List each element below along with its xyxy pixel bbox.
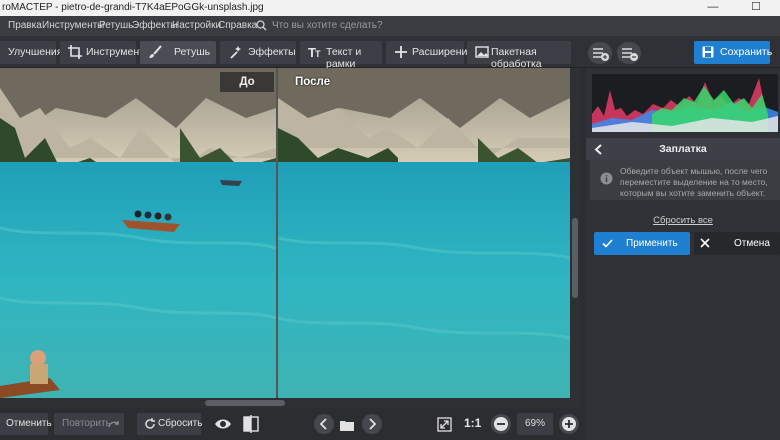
actual-size-button[interactable]: 1:1	[464, 416, 481, 430]
hint-text: Обведите объект мышью, после чего переме…	[620, 166, 768, 198]
plus-circle-icon	[562, 417, 576, 431]
redo-button[interactable]: Повторить	[54, 413, 124, 435]
reset-button-label: Сбросить	[158, 418, 203, 429]
next-image-button[interactable]	[362, 414, 382, 434]
tab-retouch[interactable]: Ретушь	[140, 41, 216, 64]
eye-icon[interactable]	[214, 417, 232, 434]
minimize-button[interactable]: —	[700, 0, 726, 16]
image-viewer[interactable]: До После	[0, 68, 580, 398]
floppy-disk-icon	[702, 46, 714, 58]
chevron-left-icon	[319, 418, 327, 430]
gallery-icon	[475, 46, 489, 58]
panel-title: Заплатка	[659, 143, 707, 155]
cancel-button-label: Отмена	[734, 238, 770, 249]
save-button[interactable]: Сохранить	[694, 41, 773, 64]
before-image	[0, 68, 276, 398]
menu-help[interactable]: Справка	[218, 20, 257, 31]
menu-edit[interactable]: Правка	[8, 20, 42, 31]
undo-button[interactable]: Отменить	[0, 413, 52, 435]
reset-icon	[145, 418, 155, 429]
zoom-in-button[interactable]	[559, 414, 579, 434]
histogram	[592, 74, 778, 132]
layers-add-button[interactable]	[588, 42, 612, 64]
redo-icon	[108, 421, 119, 428]
maximize-button[interactable]: ☐	[743, 0, 769, 16]
after-image	[278, 68, 570, 398]
tab-batch-label: Пакетная обработка	[491, 46, 542, 70]
tab-effects-label: Эффекты	[248, 46, 296, 58]
layers-remove-icon	[622, 48, 638, 61]
apply-button-label: Применить	[626, 238, 678, 249]
before-label: До	[220, 72, 274, 92]
prev-image-button[interactable]	[314, 414, 334, 434]
crop-icon	[68, 45, 82, 59]
undo-button-label: Отменить	[6, 418, 52, 429]
tab-enhancements[interactable]: Улучшения	[0, 41, 62, 64]
after-label: После	[295, 76, 331, 88]
reset-all-link[interactable]: Сбросить все	[586, 215, 780, 226]
menu-tools[interactable]: Инструменты	[42, 20, 104, 31]
tab-text-frames[interactable]: TT Текст и рамки	[300, 41, 382, 70]
apply-button[interactable]: Применить	[594, 232, 690, 255]
svg-text:T: T	[315, 49, 321, 59]
tab-batch[interactable]: Пакетная обработка	[467, 41, 571, 70]
layers-add-icon	[593, 48, 609, 61]
minus-icon	[494, 417, 508, 431]
right-panel: Заплатка Обведите объект мышью, после че…	[586, 68, 780, 440]
search-box[interactable]: Что вы хотите сделать?	[256, 19, 446, 34]
tab-tools[interactable]: Инструменты	[60, 41, 151, 64]
folder-icon[interactable]	[340, 420, 354, 434]
tab-extensions-label: Расширения	[412, 46, 474, 58]
tab-text-frames-label: Текст и рамки	[326, 46, 362, 70]
save-button-label: Сохранить	[720, 46, 773, 58]
search-input[interactable]: Что вы хотите сделать?	[272, 20, 383, 31]
vertical-scrollbar[interactable]	[570, 68, 580, 398]
hint-box: Обведите объект мышью, после чего переме…	[590, 160, 780, 200]
menu-effects[interactable]: Эффекты	[132, 20, 177, 31]
text-icon: TT	[308, 45, 321, 59]
tab-extensions[interactable]: Расширения	[386, 41, 473, 64]
tab-retouch-label: Ретушь	[174, 46, 211, 58]
brush-icon	[149, 45, 162, 58]
title-bar: roMACTEP - pietro-de-grandi-T7K4aEPoGGk-…	[0, 0, 780, 16]
menu-retouch[interactable]: Ретушь	[99, 20, 133, 31]
menu-settings[interactable]: Настройки	[172, 20, 221, 31]
zoom-level[interactable]: 69%	[517, 413, 553, 435]
compare-icon[interactable]	[243, 415, 259, 436]
cancel-button[interactable]: Отмена	[694, 232, 780, 255]
horizontal-scroll-thumb[interactable]	[205, 400, 285, 406]
close-icon	[700, 238, 710, 248]
checkmark-icon	[602, 239, 613, 248]
info-icon	[600, 172, 613, 185]
compare-divider[interactable]	[276, 68, 278, 398]
layers-remove-button[interactable]	[617, 42, 641, 64]
vertical-scroll-thumb[interactable]	[572, 218, 578, 298]
tab-effects[interactable]: Эффекты	[220, 41, 296, 64]
plus-icon	[395, 46, 407, 58]
zoom-out-button[interactable]	[491, 414, 511, 434]
panel-header: Заплатка	[586, 138, 780, 160]
horizontal-scrollbar[interactable]	[0, 398, 580, 408]
window-title: roMACTEP - pietro-de-grandi-T7K4aEPoGGk-…	[2, 2, 264, 13]
tab-enhancements-label: Улучшения	[8, 46, 63, 58]
magic-wand-icon	[230, 46, 241, 59]
redo-button-label: Повторить	[62, 418, 111, 429]
fit-to-screen-icon[interactable]	[437, 417, 452, 435]
reset-button[interactable]: Сбросить	[137, 413, 203, 435]
chevron-right-icon	[369, 418, 377, 430]
toolbar: Улучшения Инструменты Ретушь Эффекты TT …	[0, 36, 780, 70]
menu-bar: Правка Инструменты Ретушь Эффекты Настро…	[0, 16, 780, 36]
search-icon	[256, 20, 267, 31]
